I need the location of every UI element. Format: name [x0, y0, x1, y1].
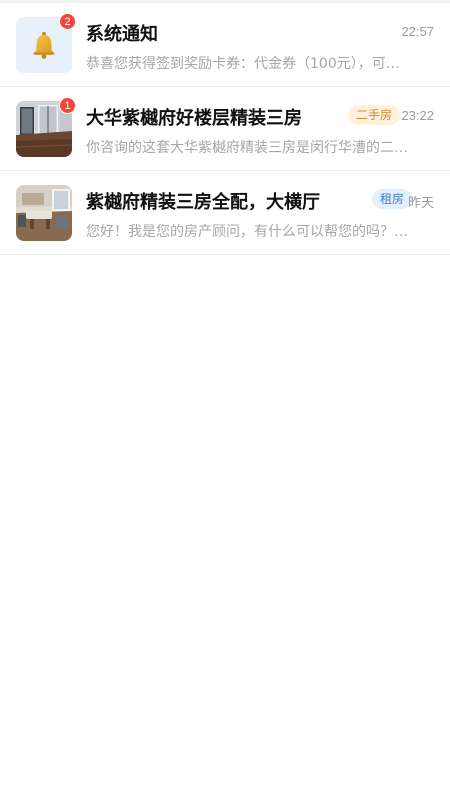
unread-badge: 2 — [59, 13, 76, 30]
conversation-time: 昨天 — [407, 195, 434, 210]
unread-badge: 1 — [59, 97, 76, 114]
conversation-item-system-notice[interactable]: 2 系统通知 22:57 恭喜您获得签到奖励卡券：代金券（100元），可… — [0, 3, 450, 87]
conversation-preview: 恭喜您获得签到奖励卡券：代金券（100元），可… — [86, 56, 400, 72]
listing-type-tag: 二手房 — [347, 105, 400, 125]
conversation-time: 22:57 — [401, 24, 434, 39]
conversation-time: 23:22 — [401, 108, 434, 123]
living-room-photo — [16, 185, 72, 241]
conversation-list: 2 系统通知 22:57 恭喜您获得签到奖励卡券：代金券（100元），可… 1 … — [0, 3, 450, 255]
avatar: 2 — [16, 13, 76, 73]
avatar: 1 — [16, 97, 76, 157]
conversation-title: 系统通知 — [86, 24, 158, 45]
listing-type-tag: 租房 — [371, 189, 412, 209]
conversation-preview: 您好！我是您的房产顾问，有什么可以帮您的吗？… — [86, 224, 408, 240]
conversation-title: 大华紫樾府好楼层精装三房 — [86, 108, 302, 129]
conversation-preview: 你咨询的这套大华紫樾府精装三房是闵行华漕的二… — [86, 140, 408, 156]
bell-icon — [33, 32, 55, 59]
conversation-item-listing-2[interactable]: 紫樾府精装三房全配，大横厅 租房 昨天 您好！我是您的房产顾问，有什么可以帮您的… — [0, 171, 450, 255]
avatar — [16, 185, 72, 241]
conversation-item-listing-1[interactable]: 1 大华紫樾府好楼层精装三房 二手房 23:22 你咨询的这套大华紫樾府精装三房… — [0, 87, 450, 171]
conversation-title: 紫樾府精装三房全配，大横厅 — [86, 192, 320, 213]
